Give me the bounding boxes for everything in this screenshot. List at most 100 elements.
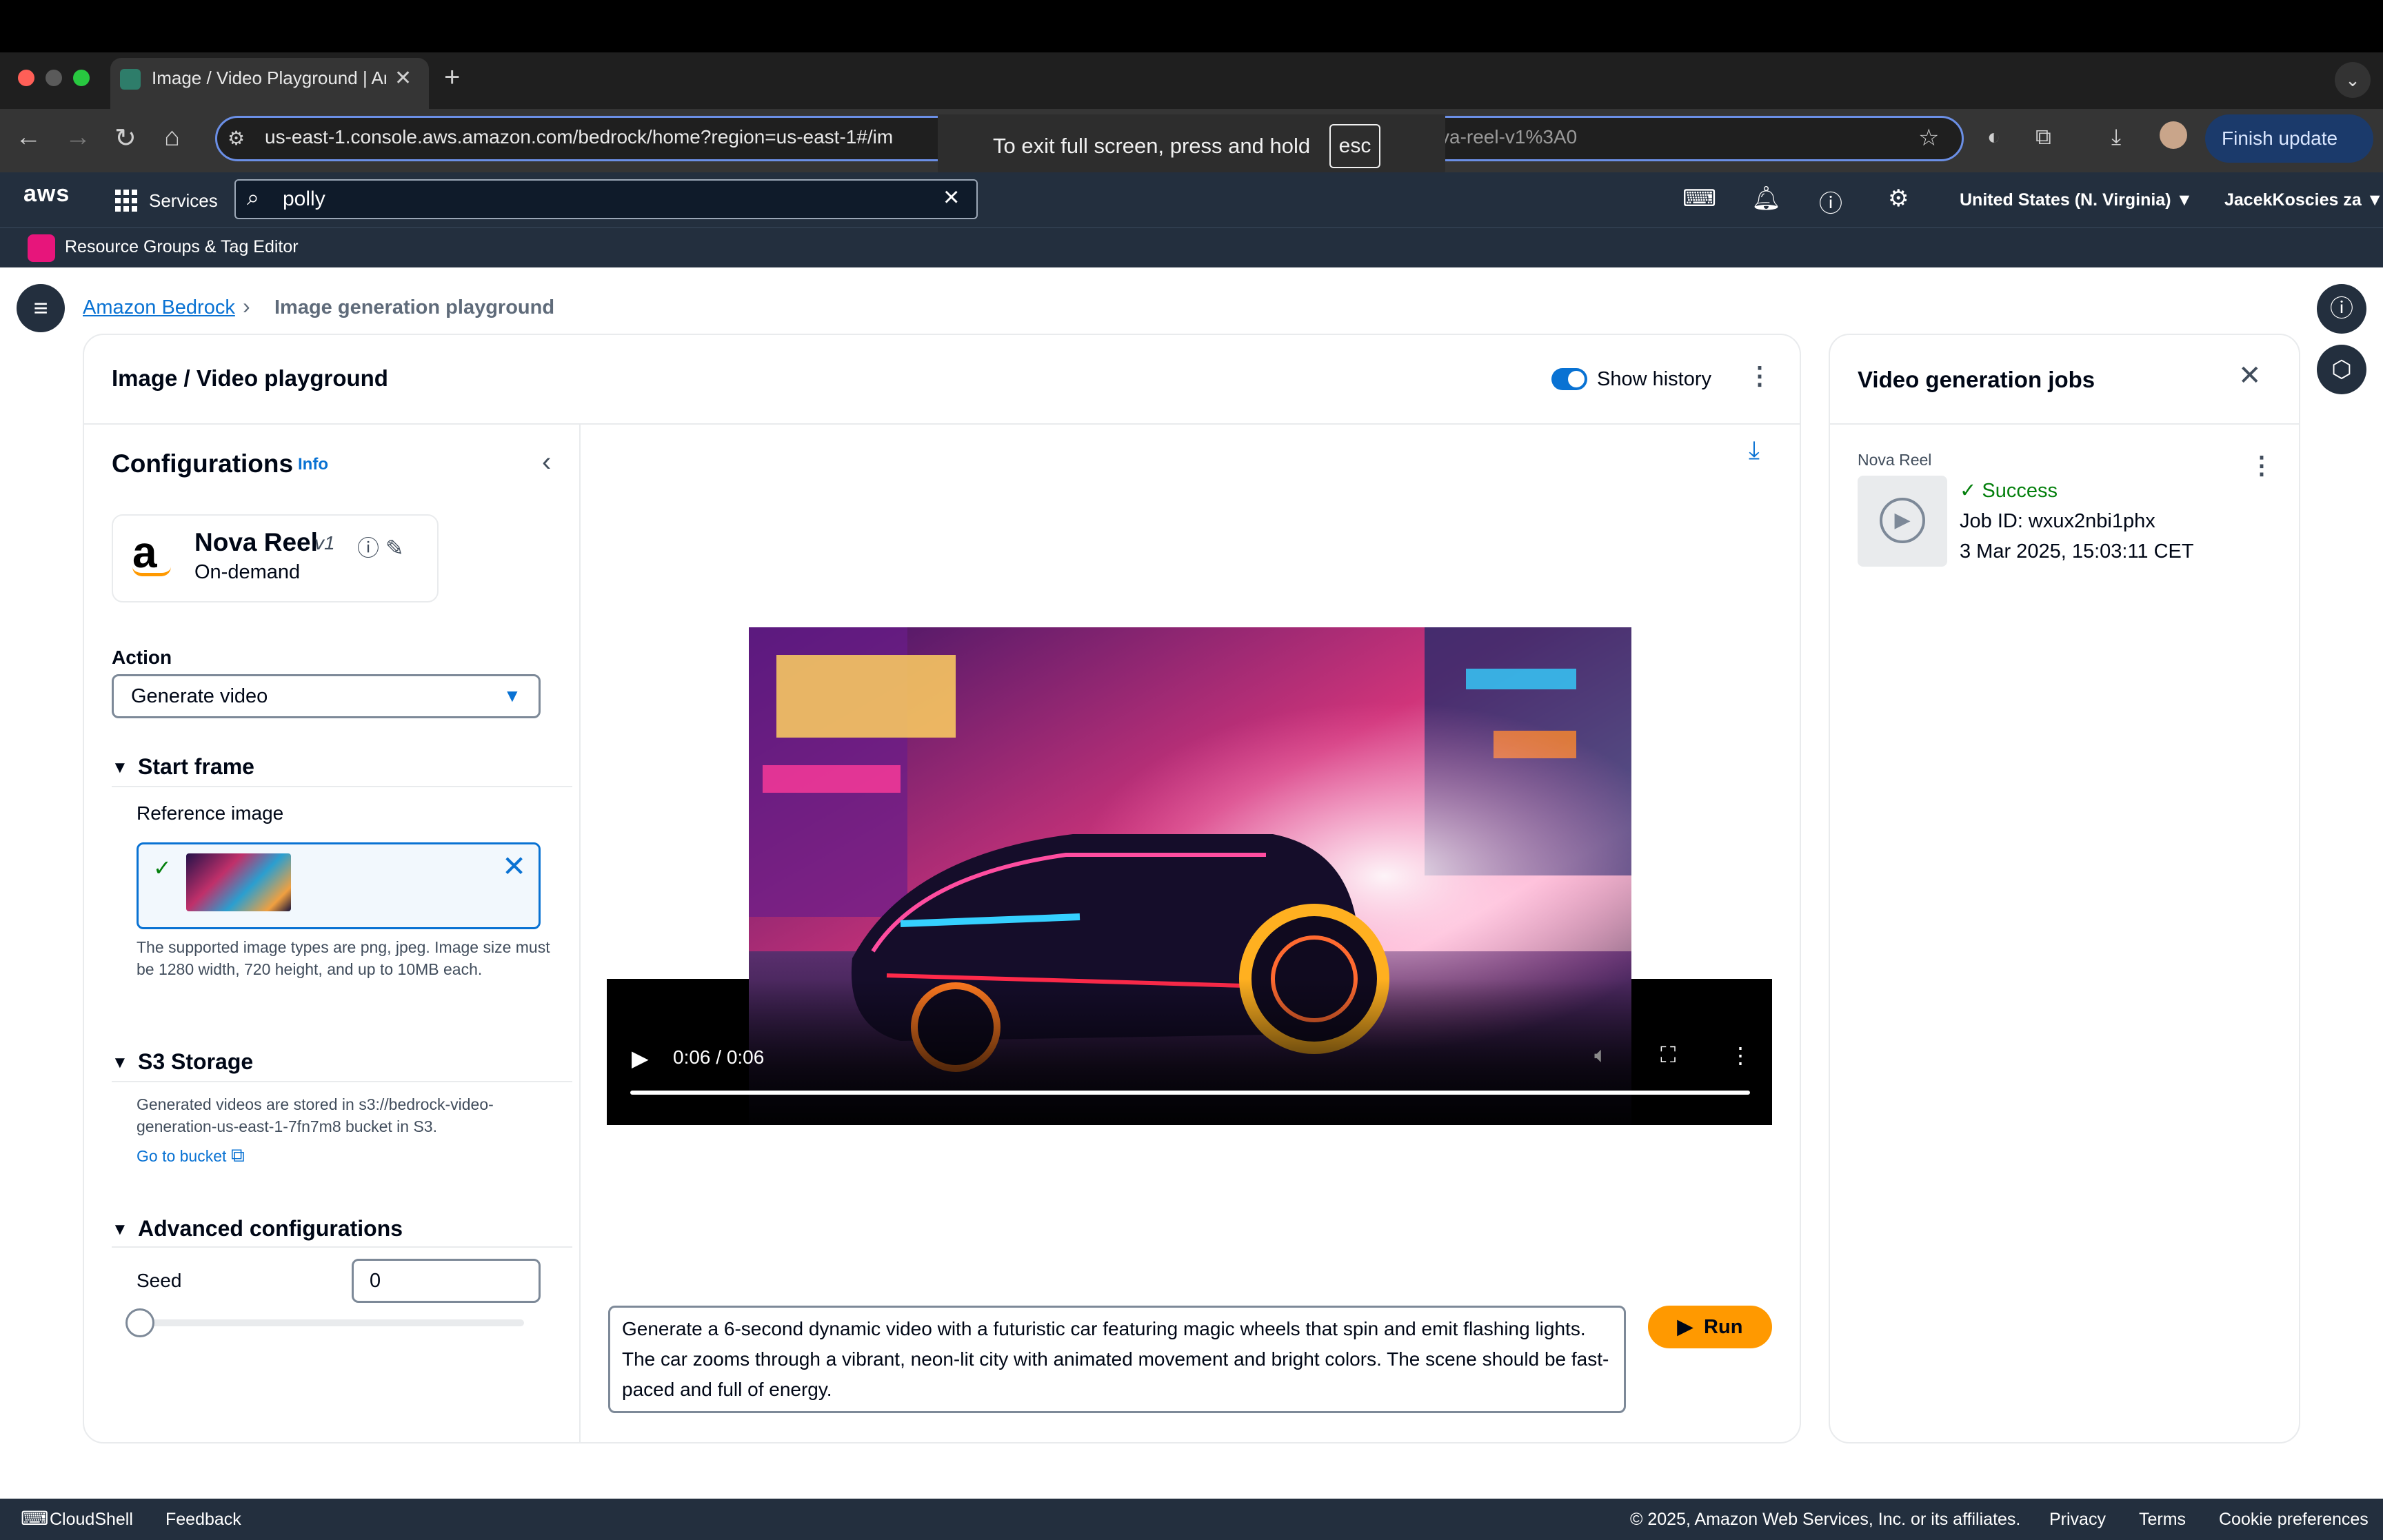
download-icon[interactable]: ⤓	[1749, 436, 1760, 465]
job-date: 3 Mar 2025, 15:03:11 CET	[1960, 540, 2194, 563]
breadcrumb-chevron-icon: ›	[243, 294, 250, 318]
play-icon: ▶	[1677, 1316, 1693, 1338]
success-check-icon: ✓	[1960, 480, 1977, 502]
run-button[interactable]: ▶ Run	[1648, 1306, 1772, 1348]
favorite-resource-groups[interactable]: Resource Groups & Tag Editor	[65, 237, 299, 257]
advanced-config-section[interactable]: Advanced configurations	[138, 1216, 403, 1242]
search-value[interactable]: polly	[283, 188, 325, 211]
zoom-window-button[interactable]	[73, 70, 90, 86]
panel-header-divider	[84, 423, 1800, 425]
clear-search-icon[interactable]: ×	[943, 182, 959, 213]
url-text: us-east-1.console.aws.amazon.com/bedrock…	[265, 126, 894, 148]
tools-panel-icon[interactable]: ⬡	[2317, 345, 2366, 394]
playground-more-icon[interactable]: ⋮	[1747, 361, 1772, 390]
job-id: Job ID: wxux2nbi1phx	[1960, 510, 2155, 532]
cloudshell-footer-icon[interactable]: ⌨	[21, 1507, 48, 1530]
video-progress-bar[interactable]	[630, 1091, 1750, 1095]
model-info-edit-icons[interactable]: ⓘ ✎	[357, 531, 404, 563]
model-name: Nova Reel	[194, 528, 318, 556]
resource-groups-icon	[28, 234, 55, 262]
side-nav-menu-button[interactable]: ≡	[17, 284, 65, 332]
configurations-info-link[interactable]: Info	[298, 455, 328, 474]
tab-search-button[interactable]: ⌄	[2335, 62, 2371, 98]
show-history-label: Show history	[1597, 368, 1712, 390]
caret-down-icon: ▼	[503, 685, 521, 706]
config-divider	[579, 425, 581, 1442]
s3-storage-section[interactable]: S3 Storage	[138, 1049, 253, 1075]
reload-icon[interactable]: ↻	[114, 123, 137, 154]
section-divider	[112, 1246, 572, 1248]
fullscreen-notice-text: To exit full screen, press and hold	[993, 134, 1311, 158]
fullscreen-icon[interactable]: ⛶	[1660, 1042, 1676, 1068]
url-text-tail: va-reel-v1%3A0	[1440, 126, 1578, 148]
volume-icon[interactable]: 🔈︎	[1594, 1042, 1607, 1068]
info-panel-icon[interactable]: ⓘ	[2317, 284, 2366, 334]
expand-triangle-icon[interactable]: ▼	[112, 758, 128, 778]
bookmark-star-icon[interactable]: ☆	[1918, 124, 1939, 152]
close-window-button[interactable]	[18, 70, 34, 86]
job-more-icon[interactable]: ⋮	[2249, 451, 2274, 480]
footer-privacy[interactable]: Privacy	[2049, 1510, 2106, 1530]
minimize-window-button[interactable]	[46, 70, 62, 86]
seed-slider-handle[interactable]	[125, 1308, 154, 1337]
menu-bar-area	[0, 0, 2383, 52]
screen: Image / Video Playground | Am ✕ + ⌄ ← → …	[0, 0, 2383, 1540]
reference-image-label: Reference image	[137, 802, 284, 824]
home-icon[interactable]: ⌂	[164, 123, 180, 152]
info-icon[interactable]: ⓘ	[357, 536, 379, 560]
footer-copyright: © 2025, Amazon Web Services, Inc. or its…	[1630, 1510, 2021, 1529]
footer-cookie-preferences[interactable]: Cookie preferences	[2219, 1510, 2369, 1530]
reference-image-thumbnail	[186, 853, 291, 911]
settings-gear-icon[interactable]: ⚙	[1888, 185, 1909, 212]
services-grid-icon[interactable]	[114, 189, 138, 212]
notifications-bell-icon[interactable]: 🔔︎	[1751, 185, 1781, 212]
external-link-icon: ⧉	[230, 1144, 245, 1166]
seed-slider-track[interactable]	[137, 1319, 524, 1326]
edit-pencil-icon[interactable]: ✎	[385, 536, 404, 560]
expand-triangle-icon[interactable]: ▼	[112, 1053, 128, 1073]
services-menu[interactable]: Services	[149, 190, 218, 212]
breadcrumb-amazon-bedrock[interactable]: Amazon Bedrock	[83, 296, 235, 319]
tab-close-icon[interactable]: ✕	[394, 66, 412, 90]
forward-icon[interactable]: →	[65, 123, 91, 152]
job-play-icon[interactable]: ▶	[1880, 498, 1925, 543]
footer-feedback[interactable]: Feedback	[165, 1510, 241, 1530]
new-tab-button[interactable]: +	[444, 62, 460, 93]
uploaded-check-icon: ✓	[153, 855, 172, 880]
go-to-bucket-label: Go to bucket	[137, 1147, 227, 1165]
help-icon[interactable]: ⓘ	[1819, 185, 1842, 219]
region-selector[interactable]: United States (N. Virginia) ▼	[1960, 190, 2193, 210]
extensions-puzzle-icon[interactable]: ⧉	[2035, 124, 2051, 150]
start-frame-section[interactable]: Start frame	[138, 754, 254, 780]
downloads-icon[interactable]: ⤓	[2111, 124, 2121, 150]
collapse-config-icon[interactable]: ‹	[542, 447, 551, 478]
aws-logo[interactable]: aws	[23, 181, 70, 207]
footer-terms[interactable]: Terms	[2139, 1510, 2186, 1530]
footer-cloudshell[interactable]: CloudShell	[50, 1510, 133, 1530]
video-more-icon[interactable]: ⋮	[1729, 1042, 1751, 1068]
console-search-input[interactable]	[234, 179, 978, 219]
job-status: ✓ Success	[1960, 478, 2058, 503]
video-play-icon[interactable]: ▶	[632, 1045, 649, 1071]
seed-value: 0	[370, 1270, 381, 1292]
seed-label: Seed	[137, 1270, 182, 1291]
cloudshell-icon[interactable]: ⌨	[1682, 185, 1716, 212]
back-icon[interactable]: ←	[15, 123, 41, 152]
go-to-bucket-link[interactable]: Go to bucket ⧉	[137, 1144, 245, 1167]
remove-image-icon[interactable]: ✕	[502, 849, 526, 883]
video-time: 0:06 / 0:06	[673, 1046, 765, 1068]
jobs-header-divider	[1830, 423, 2299, 425]
expand-triangle-icon[interactable]: ▼	[112, 1220, 128, 1239]
toggle-knob	[1568, 371, 1585, 387]
profile-avatar[interactable]	[2160, 121, 2187, 149]
close-jobs-icon[interactable]: ✕	[2238, 360, 2262, 392]
site-info-icon[interactable]: ⚙	[228, 127, 245, 150]
finish-update-button[interactable]: Finish update	[2205, 114, 2373, 163]
upload-hint: The supported image types are png, jpeg.…	[137, 938, 550, 978]
favorites-bar	[0, 227, 2383, 267]
account-menu[interactable]: JacekKoscies za ▼	[2224, 190, 2383, 210]
console-footer	[0, 1499, 2383, 1540]
action-select-value: Generate video	[131, 685, 268, 707]
section-divider	[112, 1081, 572, 1082]
extension-icon[interactable]: ◐	[1987, 124, 2000, 150]
